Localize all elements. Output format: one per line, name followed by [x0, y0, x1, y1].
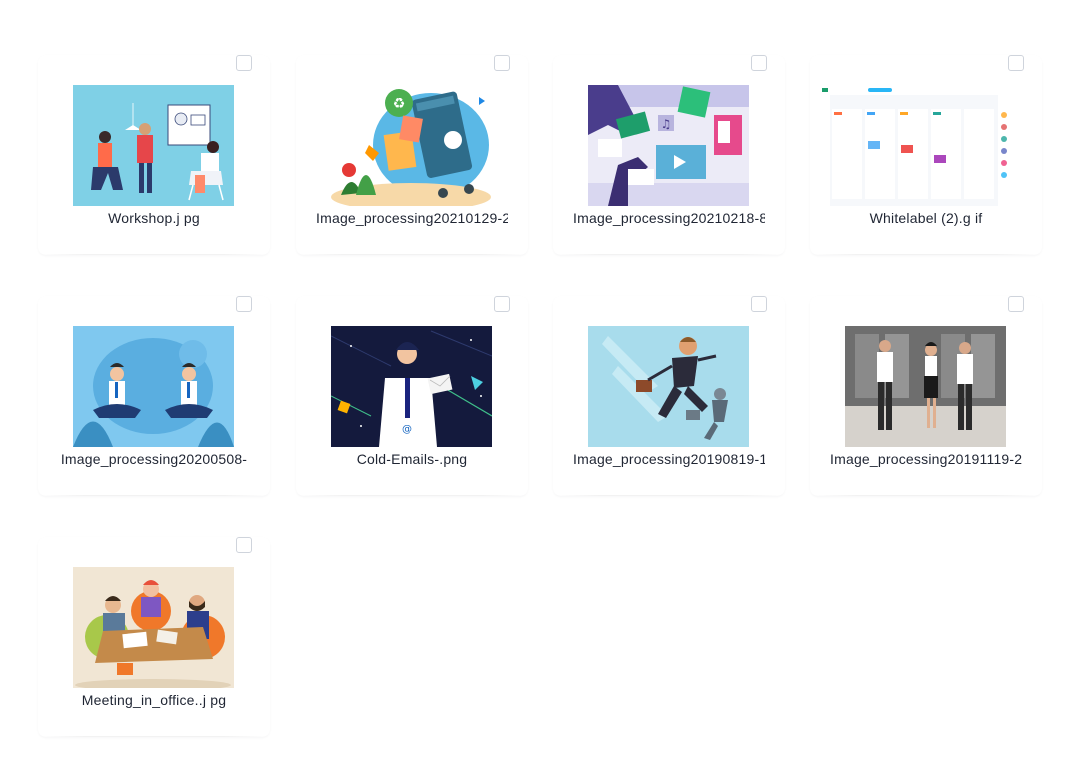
space-email-thumbnail[interactable]: @	[331, 326, 492, 447]
meeting-table-illustration	[73, 567, 234, 688]
meditation-thumbnail[interactable]	[73, 326, 234, 447]
gallery-hands-thumbnail[interactable]: ♫	[588, 85, 749, 206]
select-checkbox[interactable]	[236, 296, 252, 312]
file-card[interactable]: @ Cold-Emails-.png	[296, 296, 528, 496]
file-card[interactable]: Meeting_in_office..j pg	[38, 537, 270, 737]
svg-text:♫: ♫	[661, 117, 672, 131]
file-card[interactable]: Image_processing20190819-1	[553, 296, 785, 496]
recycle-bin-thumbnail[interactable]: ♻	[331, 85, 492, 206]
file-name: Image_processing20210218-8	[573, 210, 765, 226]
meeting-table-thumbnail[interactable]	[73, 567, 234, 688]
file-name: Image_processing20200508-	[60, 451, 248, 467]
select-checkbox[interactable]	[1008, 55, 1024, 71]
file-card[interactable]: Workshop.j pg	[38, 55, 270, 255]
file-card[interactable]: ♻ Image_processing20210129-2	[296, 55, 528, 255]
select-checkbox[interactable]	[236, 55, 252, 71]
file-name: Cold-Emails-.png	[356, 451, 468, 467]
svg-text:♻: ♻	[393, 96, 406, 112]
select-checkbox[interactable]	[494, 55, 510, 71]
svg-text:@: @	[402, 424, 412, 435]
file-name: Meeting_in_office..j pg	[81, 692, 227, 708]
gallery-hands-illustration: ♫	[588, 85, 749, 206]
file-card[interactable]: Image_processing20200508-	[38, 296, 270, 496]
space-email-illustration: @	[331, 326, 492, 447]
file-card[interactable]: Whitelabel (2).g if	[810, 55, 1042, 255]
office-people-thumbnail[interactable]	[845, 326, 1006, 447]
running-businessman-thumbnail[interactable]	[588, 326, 749, 447]
select-checkbox[interactable]	[1008, 296, 1024, 312]
workshop-illustration	[73, 85, 234, 206]
select-checkbox[interactable]	[751, 296, 767, 312]
file-card[interactable]: ♫ Image_processing20210218-8	[553, 55, 785, 255]
file-name: Image_processing20190819-1	[573, 451, 765, 467]
file-name: Whitelabel (2).g if	[869, 210, 983, 226]
select-checkbox[interactable]	[494, 296, 510, 312]
select-checkbox[interactable]	[751, 55, 767, 71]
dashboard-screenshot	[818, 85, 1032, 206]
dashboard-thumbnail[interactable]	[818, 85, 1032, 206]
select-checkbox[interactable]	[236, 537, 252, 553]
recycle-bin-illustration: ♻	[331, 85, 492, 206]
file-card[interactable]: Image_processing20191119-2	[810, 296, 1042, 496]
file-name: Image_processing20191119-2	[830, 451, 1022, 467]
file-name: Image_processing20210129-2	[316, 210, 508, 226]
file-name: Workshop.j pg	[108, 210, 200, 226]
office-people-illustration	[845, 326, 1006, 447]
running-businessman-illustration	[588, 326, 749, 447]
workshop-thumbnail[interactable]	[73, 85, 234, 206]
meditation-illustration	[73, 326, 234, 447]
file-grid: Workshop.j pg ♻ Image_processing20210129…	[0, 0, 1080, 775]
